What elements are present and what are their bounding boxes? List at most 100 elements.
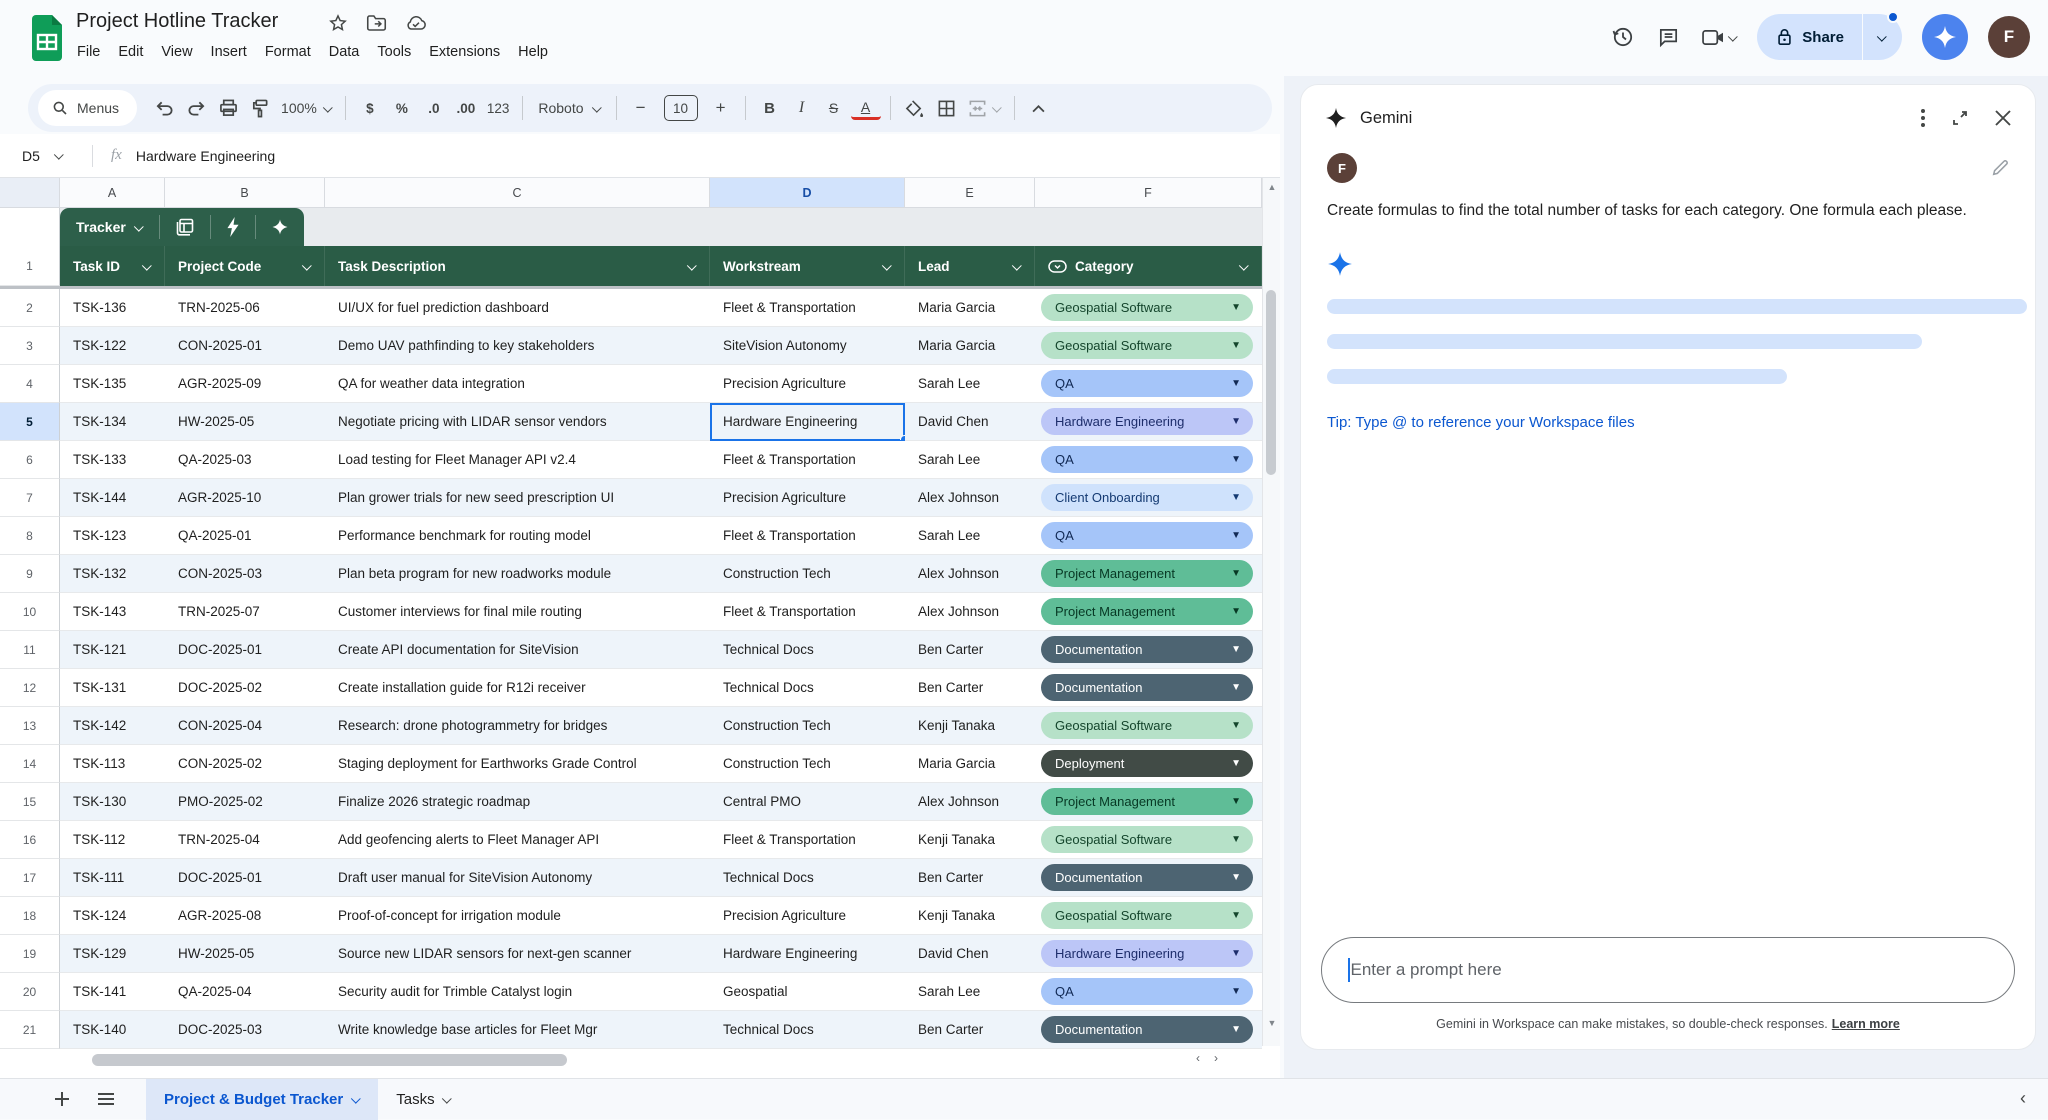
cell-task-id[interactable]: TSK-140 [60, 1011, 165, 1049]
table-name-menu[interactable]: Tracker [60, 208, 159, 246]
filter-caret-icon[interactable] [1239, 260, 1249, 270]
strikethrough-button[interactable]: S [819, 93, 849, 123]
header-lead[interactable]: Lead [905, 246, 1035, 286]
chip-dropdown-caret-icon[interactable]: ▼ [1231, 645, 1241, 655]
category-chip[interactable]: QA▼ [1041, 978, 1253, 1005]
row-number[interactable]: 17 [0, 859, 60, 897]
hide-toolbar-button[interactable] [1024, 93, 1054, 123]
filter-caret-icon[interactable] [1012, 260, 1022, 270]
text-color-button[interactable]: A [851, 96, 881, 120]
account-avatar[interactable]: F [1988, 16, 2030, 58]
cell-task-id[interactable]: TSK-135 [60, 365, 165, 403]
cell-task-description[interactable]: Research: drone photogrammetry for bridg… [325, 707, 710, 745]
row-number[interactable]: 11 [0, 631, 60, 669]
menu-file[interactable]: File [68, 40, 109, 64]
add-sheet-button[interactable] [40, 1091, 84, 1107]
name-box[interactable]: D5 [0, 148, 86, 164]
cell-project-code[interactable]: CON-2025-01 [165, 327, 325, 365]
category-chip[interactable]: Documentation▼ [1041, 864, 1253, 891]
cell-task-id[interactable]: TSK-132 [60, 555, 165, 593]
chip-dropdown-caret-icon[interactable]: ▼ [1231, 379, 1241, 389]
sheets-logo-icon[interactable] [30, 15, 64, 61]
cell-lead[interactable]: Sarah Lee [905, 365, 1035, 403]
cell-workstream[interactable]: Fleet & Transportation [710, 441, 905, 479]
cell-task-id[interactable]: TSK-122 [60, 327, 165, 365]
cell-lead[interactable]: Ben Carter [905, 1011, 1035, 1049]
cell-workstream[interactable]: Central PMO [710, 783, 905, 821]
cell-workstream[interactable]: Fleet & Transportation [710, 593, 905, 631]
cell-project-code[interactable]: PMO-2025-02 [165, 783, 325, 821]
cell-project-code[interactable]: QA-2025-04 [165, 973, 325, 1011]
cell-task-description[interactable]: Write knowledge base articles for Fleet … [325, 1011, 710, 1049]
cell-task-id[interactable]: TSK-136 [60, 289, 165, 327]
cell-lead[interactable]: Alex Johnson [905, 555, 1035, 593]
prompt-input[interactable]: Enter a prompt here [1321, 937, 2015, 1003]
cell-workstream[interactable]: Technical Docs [710, 1011, 905, 1049]
chip-dropdown-caret-icon[interactable]: ▼ [1231, 455, 1241, 465]
row-number[interactable]: 7 [0, 479, 60, 517]
cell-task-id[interactable]: TSK-141 [60, 973, 165, 1011]
row-number[interactable]: 21 [0, 1011, 60, 1049]
chip-dropdown-caret-icon[interactable]: ▼ [1231, 303, 1241, 313]
column-header-F[interactable]: F [1035, 178, 1262, 207]
chip-dropdown-caret-icon[interactable]: ▼ [1231, 949, 1241, 959]
cell-project-code[interactable]: HW-2025-05 [165, 403, 325, 441]
cell-task-description[interactable]: Proof-of-concept for irrigation module [325, 897, 710, 935]
header-task-id[interactable]: Task ID [60, 246, 165, 286]
vertical-scroll-thumb[interactable] [1266, 290, 1276, 475]
cell-project-code[interactable]: DOC-2025-01 [165, 859, 325, 897]
cell-project-code[interactable]: TRN-2025-06 [165, 289, 325, 327]
category-chip[interactable]: Hardware Engineering▼ [1041, 408, 1253, 435]
bold-button[interactable]: B [755, 93, 785, 123]
horizontal-scroll-thumb[interactable] [92, 1054, 567, 1066]
cell-project-code[interactable]: CON-2025-02 [165, 745, 325, 783]
print-button[interactable] [213, 93, 243, 123]
cell-task-description[interactable]: QA for weather data integration [325, 365, 710, 403]
cell-task-description[interactable]: UI/UX for fuel prediction dashboard [325, 289, 710, 327]
cell-project-code[interactable]: DOC-2025-02 [165, 669, 325, 707]
cell-task-description[interactable]: Plan beta program for new roadworks modu… [325, 555, 710, 593]
cell-project-code[interactable]: DOC-2025-03 [165, 1011, 325, 1049]
font-size-input[interactable]: 10 [664, 95, 698, 121]
column-header-B[interactable]: B [165, 178, 325, 207]
cell-task-description[interactable]: Add geofencing alerts to Fleet Manager A… [325, 821, 710, 859]
chip-dropdown-caret-icon[interactable]: ▼ [1231, 493, 1241, 503]
cell-task-id[interactable]: TSK-111 [60, 859, 165, 897]
sheet-tab-active[interactable]: Project & Budget Tracker [146, 1079, 378, 1120]
cell-project-code[interactable]: CON-2025-04 [165, 707, 325, 745]
category-chip[interactable]: Client Onboarding▼ [1041, 484, 1253, 511]
row-number[interactable]: 6 [0, 441, 60, 479]
star-icon[interactable] [328, 13, 348, 33]
cell-project-code[interactable]: AGR-2025-10 [165, 479, 325, 517]
cell-project-code[interactable]: QA-2025-01 [165, 517, 325, 555]
cell-task-description[interactable]: Negotiate pricing with LIDAR sensor vend… [325, 403, 710, 441]
chip-dropdown-caret-icon[interactable]: ▼ [1231, 759, 1241, 769]
more-formats-button[interactable]: 123 [483, 93, 514, 123]
all-sheets-button[interactable] [84, 1092, 128, 1106]
version-history-icon[interactable] [1609, 24, 1635, 50]
format-percent-button[interactable]: % [387, 93, 417, 123]
cell-task-id[interactable]: TSK-143 [60, 593, 165, 631]
workspace-tip-link[interactable]: Tip: Type @ to reference your Workspace … [1327, 414, 2009, 431]
category-chip[interactable]: Project Management▼ [1041, 598, 1253, 625]
category-chip[interactable]: Documentation▼ [1041, 674, 1253, 701]
category-chip[interactable]: Geospatial Software▼ [1041, 902, 1253, 929]
menu-format[interactable]: Format [256, 40, 320, 64]
header-task-description[interactable]: Task Description [325, 246, 710, 286]
cell-lead[interactable]: Alex Johnson [905, 593, 1035, 631]
cell-workstream[interactable]: Hardware Engineering [710, 403, 905, 441]
category-chip[interactable]: QA▼ [1041, 370, 1253, 397]
comments-icon[interactable] [1655, 24, 1681, 50]
chip-dropdown-caret-icon[interactable]: ▼ [1231, 911, 1241, 921]
row-number[interactable]: 16 [0, 821, 60, 859]
cell-lead[interactable]: Sarah Lee [905, 973, 1035, 1011]
cell-workstream[interactable]: Technical Docs [710, 859, 905, 897]
chip-dropdown-caret-icon[interactable]: ▼ [1231, 683, 1241, 693]
category-chip[interactable]: QA▼ [1041, 446, 1253, 473]
table-chip[interactable]: Tracker [60, 208, 304, 246]
cell-project-code[interactable]: AGR-2025-08 [165, 897, 325, 935]
menus-search-button[interactable]: Menus [38, 90, 137, 126]
category-chip[interactable]: Project Management▼ [1041, 560, 1253, 587]
cell-task-id[interactable]: TSK-134 [60, 403, 165, 441]
cell-task-description[interactable]: Performance benchmark for routing model [325, 517, 710, 555]
